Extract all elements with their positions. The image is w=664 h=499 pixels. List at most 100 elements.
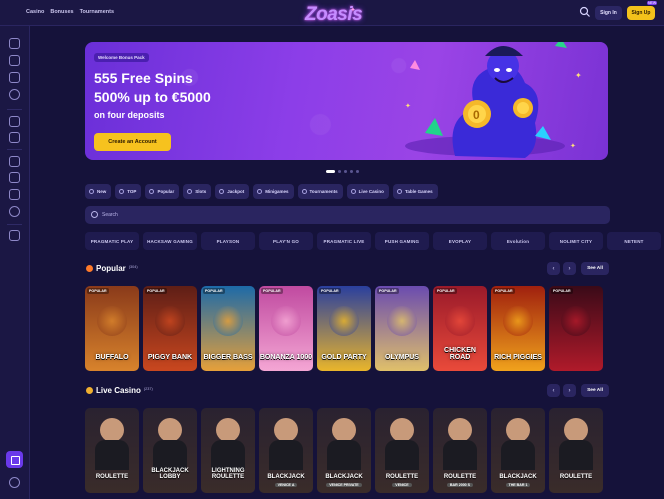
nav-tournaments[interactable]: Tournaments xyxy=(80,9,114,15)
new-badge: NEW xyxy=(647,1,658,5)
tab-top[interactable]: TOP xyxy=(115,184,142,199)
provider-netent[interactable]: NETENT xyxy=(607,232,661,250)
phone-icon[interactable] xyxy=(9,230,20,241)
live-table-subtitle: THE BAR 1 xyxy=(491,483,545,487)
tab-table-games[interactable]: Table Games xyxy=(392,184,438,199)
live-table-card[interactable]: ROULETTE BAR 2000 S xyxy=(433,408,487,493)
tab-jackpot[interactable]: Jackpot xyxy=(215,184,250,199)
cup-icon[interactable] xyxy=(9,156,20,167)
search-icon[interactable] xyxy=(579,6,591,18)
game-card[interactable]: POPULAR RICH PIGGIES xyxy=(491,286,545,371)
diamond-icon[interactable] xyxy=(9,206,20,217)
live-table-card[interactable]: BLACKJACK THE BAR 1 xyxy=(491,408,545,493)
dealer-head xyxy=(158,418,182,442)
game-card[interactable]: POPULAR GOLD PARTY xyxy=(317,286,371,371)
game-card[interactable]: POPULAR OLYMPUS xyxy=(375,286,429,371)
popular-see-all-button[interactable]: See All xyxy=(581,262,609,275)
slot-icon xyxy=(187,189,193,194)
tab-tournaments[interactable]: Tournaments xyxy=(297,184,343,199)
support-icon[interactable] xyxy=(9,477,20,488)
calendar-icon[interactable] xyxy=(9,172,20,183)
app-grid-button[interactable] xyxy=(6,451,23,468)
game-card[interactable]: POPULAR BONANZA 1000 xyxy=(259,286,313,371)
provider-pragmatic-play[interactable]: PRAGMATIC PLAY xyxy=(85,232,139,250)
sign-in-button[interactable]: Sign In xyxy=(595,6,622,20)
popular-tag: POPULAR xyxy=(493,288,515,294)
dealer-body xyxy=(501,440,535,470)
live-table-card[interactable]: ROULETTE VENICE xyxy=(375,408,429,493)
live-prev-button[interactable]: ‹ xyxy=(547,384,560,397)
provider-strip: PRAGMATIC PLAY HACKSAW GAMING PLAYSON PL… xyxy=(85,232,661,250)
nav-casino[interactable]: Casino xyxy=(26,9,44,15)
chip-icon xyxy=(86,387,93,394)
tab-minigames[interactable]: Minigames xyxy=(253,184,294,199)
provider-evolution[interactable]: Evolution xyxy=(491,232,545,250)
dealer-head xyxy=(564,418,588,442)
popular-next-button[interactable]: › xyxy=(563,262,576,275)
ticket-icon[interactable] xyxy=(9,189,20,200)
provider-pragmatic-live[interactable]: PRAGMATIC LIVE xyxy=(317,232,371,250)
wheel-icon[interactable] xyxy=(9,72,20,83)
game-card[interactable]: POPULAR CHICKEN ROAD xyxy=(433,286,487,371)
hero-banner[interactable]: Welcome Bonus Pack 555 Free Spins 500% u… xyxy=(85,42,608,160)
popular-tag: POPULAR xyxy=(377,288,399,294)
star-icon xyxy=(119,189,125,194)
box-icon[interactable] xyxy=(9,132,20,143)
live-table-card[interactable]: BLACKJACK LOBBY xyxy=(143,408,197,493)
shop-icon[interactable] xyxy=(9,116,20,127)
game-art xyxy=(213,306,243,336)
game-card[interactable]: POPULAR PIGGY BANK xyxy=(143,286,197,371)
carousel-dot[interactable] xyxy=(338,170,341,173)
live-table-card[interactable]: BLACKJACK VENICE A xyxy=(259,408,313,493)
carousel-dot[interactable] xyxy=(350,170,353,173)
live-casino-section-title: Live Casino (237) xyxy=(86,386,153,395)
live-table-card[interactable]: ROULETTE xyxy=(549,408,603,493)
svg-text:✦: ✦ xyxy=(405,102,411,110)
category-tabs: New TOP Popular Slots Jackpot Minigames … xyxy=(85,184,438,199)
search-input[interactable]: Search xyxy=(85,206,610,224)
game-card[interactable]: POPULAR xyxy=(549,286,603,371)
create-account-button[interactable]: Create an Account xyxy=(94,133,171,151)
carousel-dot[interactable] xyxy=(344,170,347,173)
live-next-button[interactable]: › xyxy=(563,384,576,397)
popular-tag: POPULAR xyxy=(203,288,225,294)
live-table-card[interactable]: LIGHTNING ROULETTE xyxy=(201,408,255,493)
popular-count: (304) xyxy=(128,264,138,269)
provider-nolimit-city[interactable]: NOLIMIT CITY xyxy=(549,232,603,250)
hero-headline-1: 555 Free Spins xyxy=(94,70,193,86)
game-art xyxy=(155,306,185,336)
provider-playngo[interactable]: PLAY'N GO xyxy=(259,232,313,250)
tab-popular[interactable]: Popular xyxy=(145,184,180,199)
game-card[interactable]: POPULAR BUFFALO xyxy=(85,286,139,371)
target-icon[interactable] xyxy=(9,89,20,100)
tab-slots[interactable]: Slots xyxy=(183,184,212,199)
live-table-card[interactable]: ROULETTE xyxy=(85,408,139,493)
tab-live-casino[interactable]: Live Casino xyxy=(346,184,389,199)
sign-up-button[interactable]: Sign Up xyxy=(627,6,655,20)
live-table-title: BLACKJACK xyxy=(499,474,537,480)
game-title: PIGGY BANK xyxy=(147,354,193,361)
hero-badge: Welcome Bonus Pack xyxy=(94,53,149,62)
game-title: CHICKEN ROAD xyxy=(444,347,476,361)
dealer-head xyxy=(274,418,298,442)
live-table-subtitle: BAR 2000 S xyxy=(433,483,487,487)
provider-evoplay[interactable]: EVOPLAY xyxy=(433,232,487,250)
dealer-head xyxy=(216,418,240,442)
dealer-head xyxy=(332,418,356,442)
provider-hacksaw[interactable]: HACKSAW GAMING xyxy=(143,232,197,250)
popular-prev-button[interactable]: ‹ xyxy=(547,262,560,275)
trophy-icon[interactable] xyxy=(9,38,20,49)
carousel-dot[interactable] xyxy=(356,170,359,173)
live-see-all-button[interactable]: See All xyxy=(581,384,609,397)
gift-icon[interactable] xyxy=(9,55,20,66)
live-table-subtitle: VENICE PRIVATE xyxy=(317,483,371,487)
carousel-dot[interactable] xyxy=(326,170,335,173)
game-art xyxy=(503,306,533,336)
tab-new[interactable]: New xyxy=(85,184,112,199)
game-card[interactable]: POPULAR BIGGER BASS xyxy=(201,286,255,371)
provider-playson[interactable]: PLAYSON xyxy=(201,232,255,250)
provider-push-gaming[interactable]: PUSH GAMING xyxy=(375,232,429,250)
nav-bonuses[interactable]: Bonuses xyxy=(50,9,73,15)
live-table-card[interactable]: BLACKJACK VENICE PRIVATE xyxy=(317,408,371,493)
fire-icon xyxy=(149,189,155,194)
